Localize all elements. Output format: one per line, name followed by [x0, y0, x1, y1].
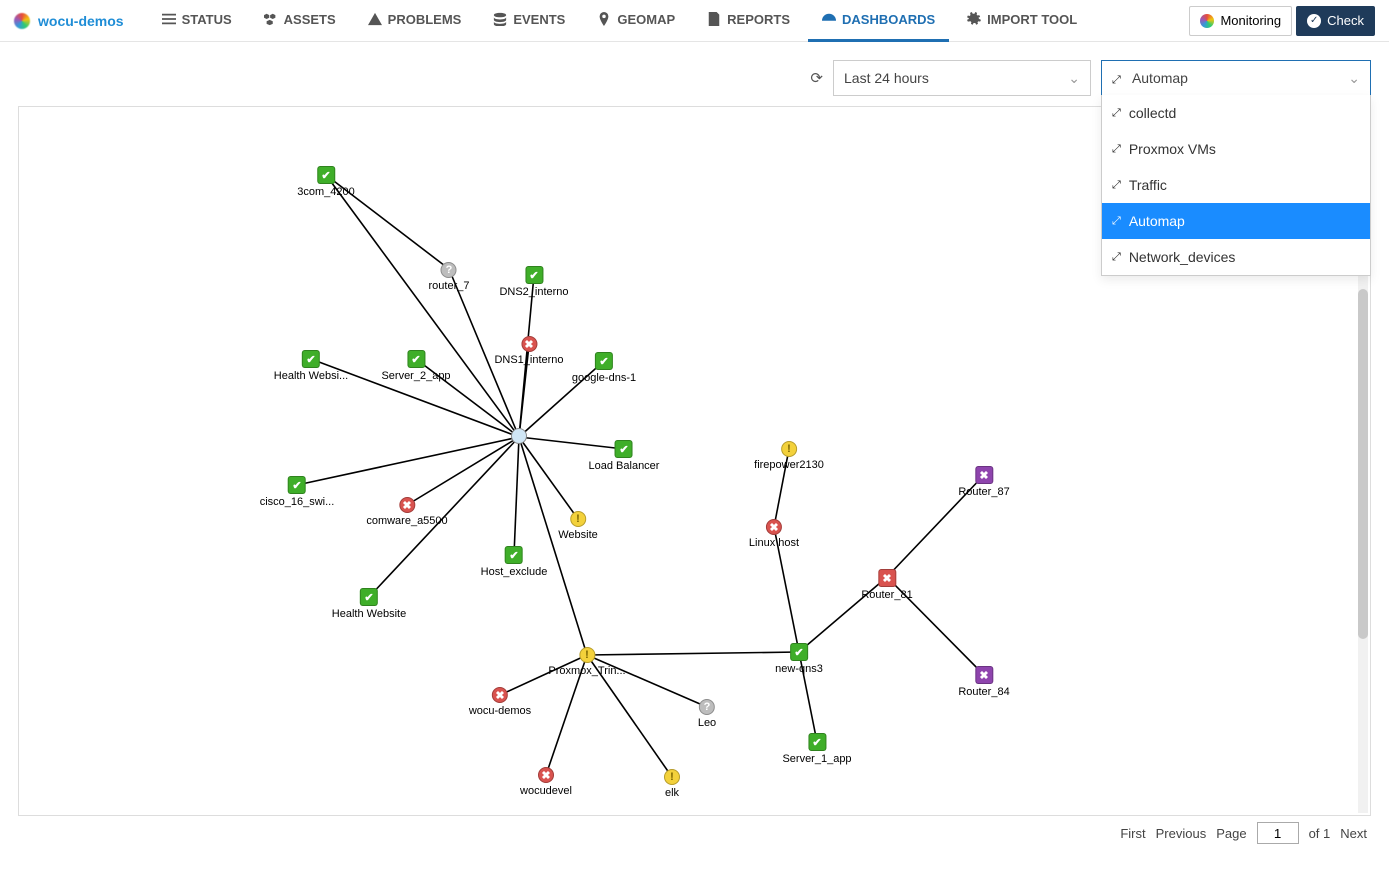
- brand[interactable]: wocu-demos: [14, 13, 124, 29]
- chevron-down-icon: ⌄: [1068, 70, 1080, 87]
- dropdown-item-traffic[interactable]: ⤢Traffic: [1102, 167, 1370, 203]
- node-wocu-demos[interactable]: ✖wocu-demos: [469, 687, 531, 717]
- gear-icon: [967, 12, 981, 26]
- pager-page-input[interactable]: [1257, 822, 1299, 844]
- nav-dashboards[interactable]: DASHBOARDS: [808, 0, 949, 42]
- node-router87[interactable]: ✖Router_87: [958, 466, 1009, 498]
- chevron-down-icon: ⌄: [1348, 70, 1360, 87]
- warning-icon: [368, 12, 382, 26]
- top-nav: wocu-demos STATUS ASSETS PROBLEMS EVENTS…: [0, 0, 1389, 42]
- dropdown-item-collectd[interactable]: ⤢collectd: [1102, 95, 1370, 131]
- check-button[interactable]: ✓ Check: [1296, 6, 1375, 36]
- monitoring-logo-icon: [1200, 14, 1214, 28]
- pager-of-label: of 1: [1309, 826, 1331, 841]
- node-new-qns3[interactable]: ✔new-qns3: [775, 643, 823, 675]
- node-comware[interactable]: ✖comware_a5500: [366, 497, 447, 527]
- time-range-value: Last 24 hours: [844, 70, 929, 86]
- node-router81[interactable]: ✖Router_81: [861, 569, 912, 601]
- node-dns2[interactable]: ✔DNS2_interno: [499, 266, 568, 298]
- node-wocudevel[interactable]: ✖wocudevel: [520, 767, 572, 797]
- node-health-website[interactable]: ✔Health Website: [332, 588, 406, 620]
- cubes-icon: [264, 12, 278, 26]
- pager: First Previous Page of 1 Next: [0, 816, 1389, 854]
- nav-events[interactable]: EVENTS: [479, 0, 579, 42]
- node-google-dns1[interactable]: ✔google-dns-1: [572, 352, 636, 384]
- report-icon: [707, 12, 721, 26]
- nav-problems[interactable]: PROBLEMS: [354, 0, 476, 42]
- nav-import[interactable]: IMPORT TOOL: [953, 0, 1091, 42]
- expand-icon: ⤢: [1112, 74, 1121, 86]
- node-server1[interactable]: ✔Server_1_app: [782, 733, 851, 765]
- time-range-select[interactable]: Last 24 hours ⌄: [833, 60, 1091, 96]
- expand-icon: ⤢: [1112, 107, 1121, 120]
- node-hub[interactable]: [511, 428, 527, 446]
- brand-logo-icon: [14, 13, 30, 29]
- node-server2[interactable]: ✔Server_2_app: [381, 350, 450, 382]
- expand-icon: ⤢: [1112, 179, 1121, 192]
- expand-icon: ⤢: [1112, 143, 1121, 156]
- dropdown-item-network-devices[interactable]: ⤢Network_devices: [1102, 239, 1370, 275]
- node-website[interactable]: !Website: [558, 511, 598, 541]
- node-elk[interactable]: !elk: [664, 769, 680, 799]
- dropdown-item-proxmox[interactable]: ⤢Proxmox VMs: [1102, 131, 1370, 167]
- node-router84[interactable]: ✖Router_84: [958, 666, 1009, 698]
- node-proxmox[interactable]: !Proxmox_Trin...: [548, 647, 625, 677]
- pager-first[interactable]: First: [1120, 826, 1145, 841]
- gauge-icon: [822, 12, 836, 26]
- node-linux-host[interactable]: ✖Linux host: [749, 519, 799, 549]
- pager-previous[interactable]: Previous: [1156, 826, 1207, 841]
- expand-icon: ⤢: [1112, 251, 1121, 264]
- nav-reports[interactable]: REPORTS: [693, 0, 804, 42]
- expand-icon: ⤢: [1112, 215, 1121, 228]
- database-icon: [493, 12, 507, 26]
- node-dns1[interactable]: ✖DNS1_interno: [494, 336, 563, 366]
- node-firepower[interactable]: !firepower2130: [754, 441, 824, 471]
- map-select-value: Automap: [1132, 70, 1188, 86]
- refresh-icon[interactable]: ⟳: [810, 69, 823, 87]
- nav-status[interactable]: STATUS: [148, 0, 246, 42]
- pager-page-label: Page: [1216, 826, 1246, 841]
- node-health-websi[interactable]: ✔Health Websi...: [274, 350, 348, 382]
- check-circle-icon: ✓: [1307, 14, 1321, 28]
- dropdown-item-automap[interactable]: ⤢Automap: [1102, 203, 1370, 239]
- pin-icon: [597, 12, 611, 26]
- dashboard-toolbar: ⟳ Last 24 hours ⌄ ⤢ Automap ⌄ ⤢collectd …: [0, 42, 1389, 106]
- brand-label: wocu-demos: [38, 13, 124, 29]
- node-host-exclude[interactable]: ✔Host_exclude: [481, 546, 548, 578]
- nav-assets[interactable]: ASSETS: [250, 0, 350, 42]
- nav-geomap[interactable]: GEOMAP: [583, 0, 689, 42]
- map-select[interactable]: ⤢ Automap ⌄ ⤢collectd ⤢Proxmox VMs ⤢Traf…: [1101, 60, 1371, 96]
- list-icon: [162, 12, 176, 26]
- node-cisco16[interactable]: ✔cisco_16_swi...: [260, 476, 335, 508]
- map-select-dropdown: ⤢collectd ⤢Proxmox VMs ⤢Traffic ⤢Automap…: [1101, 95, 1371, 276]
- node-load-balancer[interactable]: ✔Load Balancer: [589, 440, 660, 472]
- monitoring-button[interactable]: Monitoring: [1189, 6, 1292, 36]
- node-router7[interactable]: ?router_7: [429, 262, 470, 292]
- node-leo[interactable]: ?Leo: [698, 699, 716, 729]
- node-3com[interactable]: ✔3com_4200: [297, 166, 355, 198]
- pager-next[interactable]: Next: [1340, 826, 1367, 841]
